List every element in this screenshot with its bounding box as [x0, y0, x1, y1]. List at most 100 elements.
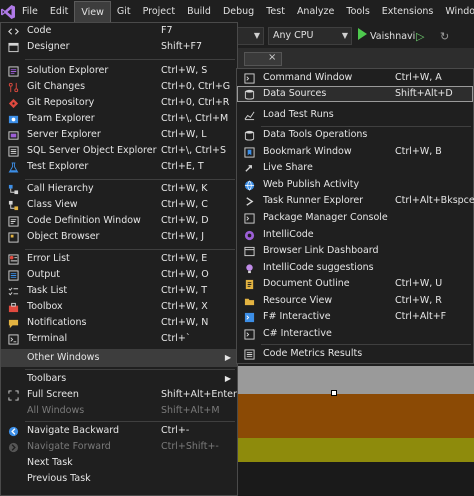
menu-debug[interactable]: Debug — [217, 1, 260, 23]
menu-item-shortcut: Ctrl+W, D — [161, 215, 209, 226]
menu-item-csharp-interactive[interactable]: C# Interactive — [237, 326, 473, 342]
menu-item-data-tools-operations[interactable]: Data Tools Operations — [237, 127, 473, 143]
start-debugging-icon[interactable] — [358, 28, 367, 40]
menu-item-live-share[interactable]: Live Share — [237, 160, 473, 176]
git-changes-icon — [7, 81, 19, 93]
menu-item-call-hierarchy[interactable]: Call Hierarchy Ctrl+W, K — [1, 181, 237, 197]
menu-item-label: Package Manager Console — [263, 212, 388, 223]
menu-item-browser-link-dashboard[interactable]: Browser Link Dashboard — [237, 243, 473, 259]
run-target-label[interactable]: Vaishnavi — [370, 31, 415, 42]
menu-item-load-test-runs[interactable]: Load Test Runs — [237, 107, 473, 123]
designer-surface-dark — [238, 462, 474, 496]
menu-file[interactable]: File — [16, 1, 44, 23]
menu-item-intellicode[interactable]: IntelliCode — [237, 227, 473, 243]
menu-item-label: Notifications — [27, 317, 87, 328]
menu-item-solution-explorer[interactable]: Solution Explorer Ctrl+W, S — [1, 63, 237, 79]
menu-item-notifications[interactable]: Notifications Ctrl+W, N — [1, 315, 237, 331]
menu-tools[interactable]: Tools — [340, 1, 375, 23]
menu-item-git-changes[interactable]: Git Changes Ctrl+0, Ctrl+G — [1, 79, 237, 95]
menu-item-shortcut: Ctrl+W, C — [161, 199, 208, 210]
menu-item-output[interactable]: Output Ctrl+W, O — [1, 267, 237, 283]
menu-item-class-view[interactable]: Class View Ctrl+W, C — [1, 197, 237, 213]
menu-item-shortcut: F7 — [161, 25, 173, 36]
hot-reload-icon[interactable]: ↻ — [440, 30, 449, 43]
class-view-icon — [7, 199, 19, 211]
menu-item-label: Browser Link Dashboard — [263, 245, 379, 256]
menu-item-toolbox[interactable]: Toolbox Ctrl+W, X — [1, 299, 237, 315]
menu-item-fsharp-interactive[interactable]: F# Interactive Ctrl+Alt+F — [237, 309, 473, 325]
menu-item-label: Error List — [27, 253, 70, 264]
menu-item-label: Call Hierarchy — [27, 183, 94, 194]
menu-item-bookmark-window[interactable]: Bookmark Window Ctrl+W, B — [237, 144, 473, 160]
designer-surface-brown — [238, 394, 474, 438]
menu-item-document-outline[interactable]: Document Outline Ctrl+W, U — [237, 276, 473, 292]
close-icon[interactable]: × — [268, 52, 276, 63]
menu-item-shortcut: Shift+Alt+M — [161, 405, 220, 416]
menu-item-error-list[interactable]: Error List Ctrl+W, E — [1, 251, 237, 267]
menu-item-task-list[interactable]: Task List Ctrl+W, T — [1, 283, 237, 299]
code-metrics-icon — [243, 348, 255, 360]
test-explorer-icon — [7, 161, 19, 173]
platform-combo[interactable]: Any CPU ▼ — [268, 27, 352, 45]
menu-item-next-task[interactable]: Next Task — [1, 455, 237, 471]
menu-extensions[interactable]: Extensions — [376, 1, 440, 23]
menu-item-label: Command Window — [263, 72, 353, 83]
menu-item-code-definition-window[interactable]: Code Definition Window Ctrl+W, D — [1, 213, 237, 229]
menu-build[interactable]: Build — [181, 1, 217, 23]
menu-item-other-windows[interactable]: Other Windows ▶ — [1, 349, 237, 367]
menu-item-data-sources[interactable]: Data Sources Shift+Alt+D — [237, 86, 473, 102]
menu-item-shortcut: Ctrl+Alt+F — [395, 311, 447, 322]
menu-window[interactable]: Window — [439, 1, 474, 23]
menu-item-designer[interactable]: Designer Shift+F7 — [1, 39, 237, 55]
menu-item-code[interactable]: Code F7 — [1, 23, 237, 39]
menu-item-shortcut: Ctrl+W, T — [161, 285, 208, 296]
menu-item-sql-server-object-explorer[interactable]: SQL Server Object Explorer Ctrl+\, Ctrl+… — [1, 143, 237, 159]
menu-item-task-runner-explorer[interactable]: Task Runner Explorer Ctrl+Alt+Bkspce — [237, 193, 474, 209]
menu-item-label: Next Task — [27, 457, 73, 468]
menu-analyze[interactable]: Analyze — [291, 1, 340, 23]
menu-item-command-window[interactable]: Command Window Ctrl+W, A — [237, 70, 473, 86]
visual-studio-logo-icon[interactable] — [0, 0, 16, 24]
menu-item-git-repository[interactable]: Git Repository Ctrl+0, Ctrl+R — [1, 95, 237, 111]
menu-item-all-windows[interactable]: All Windows Shift+Alt+M — [1, 403, 237, 419]
menu-view[interactable]: View — [74, 1, 111, 23]
designer-surface-grey — [238, 366, 474, 394]
menu-item-team-explorer[interactable]: Team Explorer Ctrl+\, Ctrl+M — [1, 111, 237, 127]
code-definition-icon — [7, 215, 19, 227]
designer-icon — [7, 41, 19, 53]
menu-item-label: Toolbars — [27, 373, 67, 384]
task-list-icon — [7, 285, 19, 297]
menu-item-web-publish-activity[interactable]: Web Publish Activity — [237, 177, 473, 193]
menu-git[interactable]: Git — [111, 1, 137, 23]
menu-item-label: C# Interactive — [263, 328, 332, 339]
resize-handle[interactable] — [331, 390, 337, 396]
menu-item-label: Load Test Runs — [263, 109, 334, 120]
menu-item-resource-view[interactable]: Resource View Ctrl+W, R — [237, 293, 473, 309]
menu-item-shortcut: Ctrl+0, Ctrl+R — [161, 97, 230, 108]
menu-item-navigate-backward[interactable]: Navigate Backward Ctrl+- — [1, 423, 237, 439]
menu-item-test-explorer[interactable]: Test Explorer Ctrl+E, T — [1, 159, 237, 175]
menu-item-server-explorer[interactable]: Server Explorer Ctrl+W, L — [1, 127, 237, 143]
menu-item-label: Code Metrics Results — [263, 348, 363, 359]
menu-item-toolbars[interactable]: Toolbars ▶ — [1, 371, 237, 387]
menu-item-terminal[interactable]: Terminal Ctrl+` — [1, 331, 237, 347]
menu-test[interactable]: Test — [260, 1, 291, 23]
chevron-down-icon: ▼ — [341, 31, 348, 40]
menu-separator — [25, 249, 235, 250]
menu-item-code-metrics-results[interactable]: Code Metrics Results — [237, 346, 473, 362]
menu-item-label: Solution Explorer — [27, 65, 109, 76]
menu-item-shortcut: Shift+F7 — [161, 41, 203, 52]
menu-item-shortcut: Ctrl+W, E — [161, 253, 208, 264]
menu-edit[interactable]: Edit — [44, 1, 74, 23]
document-outline-icon — [243, 278, 255, 290]
menu-item-object-browser[interactable]: Object Browser Ctrl+W, J — [1, 229, 237, 245]
menu-item-label: Terminal — [27, 333, 68, 344]
menu-item-navigate-forward[interactable]: Navigate Forward Ctrl+Shift+- — [1, 439, 237, 455]
menu-item-label: Class View — [27, 199, 78, 210]
menu-item-intellicode-suggestions[interactable]: IntelliCode suggestions — [237, 260, 473, 276]
menu-item-previous-task[interactable]: Previous Task — [1, 471, 237, 487]
menu-item-package-manager-console[interactable]: Package Manager Console — [237, 210, 473, 226]
menu-project[interactable]: Project — [137, 1, 182, 23]
start-without-debugging-icon[interactable]: ▷ — [416, 30, 424, 43]
menu-item-full-screen[interactable]: Full Screen Shift+Alt+Enter — [1, 387, 237, 403]
